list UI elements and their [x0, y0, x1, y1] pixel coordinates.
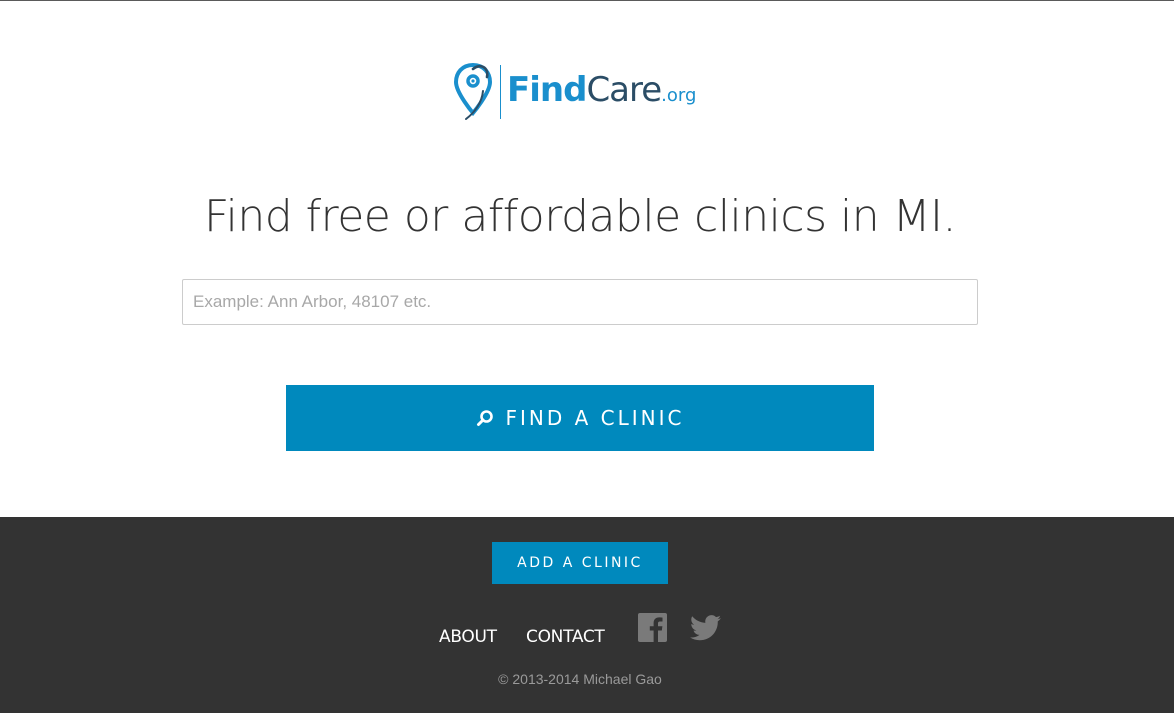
copyright-text: © 2013-2014 Michael Gao: [498, 671, 662, 687]
logo-divider: [500, 65, 501, 119]
page: FindCare.org Find free or affordable cli…: [0, 0, 1174, 714]
search-input[interactable]: [182, 279, 978, 325]
logo-org: .org: [661, 85, 697, 106]
find-clinic-label: FIND A CLINIC: [505, 406, 685, 430]
logo-care: Care: [586, 70, 662, 110]
page-title: Find free or affordable clinics in MI.: [203, 191, 957, 242]
add-clinic-button[interactable]: ADD A CLINIC: [492, 542, 668, 584]
logo-find: Find: [507, 70, 587, 110]
findcare-logo[interactable]: FindCare.org: [452, 61, 722, 123]
facebook-icon[interactable]: [638, 613, 667, 642]
search-icon: [476, 410, 493, 426]
contact-link[interactable]: CONTACT: [526, 627, 605, 647]
stethoscope-pin-icon: [453, 62, 493, 120]
twitter-icon[interactable]: [690, 615, 721, 641]
about-link[interactable]: ABOUT: [439, 627, 497, 647]
find-clinic-button[interactable]: FIND A CLINIC: [286, 385, 874, 451]
logo-wordmark: FindCare.org: [507, 73, 696, 107]
footer: ADD A CLINIC ABOUT CONTACT © 2013-2014 M…: [0, 517, 1174, 714]
